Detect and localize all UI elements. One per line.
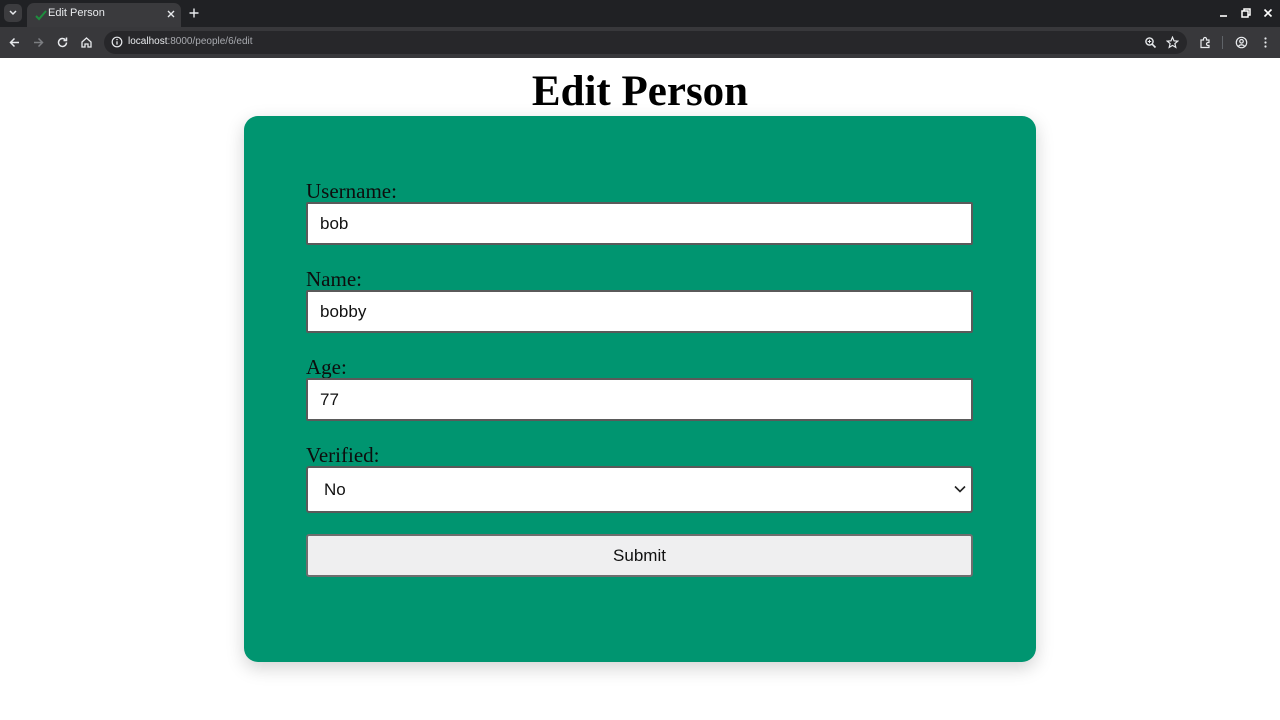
age-input[interactable] — [306, 378, 973, 421]
bookmark-star-icon[interactable] — [1166, 36, 1179, 49]
toolbar-divider — [1222, 36, 1223, 49]
url-host: localhost — [128, 36, 168, 47]
reload-icon[interactable] — [56, 36, 69, 49]
tab-list-icon — [9, 10, 17, 16]
restore-icon[interactable] — [1241, 8, 1251, 18]
close-tab-icon[interactable] — [166, 9, 176, 19]
name-label: Name: — [306, 267, 362, 291]
name-input[interactable] — [306, 290, 973, 333]
verified-label: Verified: — [306, 443, 380, 467]
zoom-icon[interactable] — [1144, 36, 1157, 49]
home-icon[interactable] — [80, 36, 93, 49]
site-info-icon[interactable] — [111, 36, 123, 48]
menu-icon[interactable] — [1259, 36, 1272, 49]
back-icon[interactable] — [8, 36, 21, 49]
close-window-icon[interactable] — [1263, 8, 1273, 18]
address-bar[interactable]: localhost:8000/people/6/edit — [104, 31, 1187, 54]
browser-tab[interactable]: Edit Person — [27, 3, 181, 27]
age-label: Age: — [306, 355, 347, 379]
minimize-icon[interactable] — [1219, 8, 1229, 18]
profile-icon[interactable] — [1235, 36, 1248, 49]
submit-button[interactable]: Submit — [306, 534, 973, 577]
tab-title: Edit Person — [48, 7, 105, 19]
username-label: Username: — [306, 179, 397, 203]
edit-person-form: Username: Name: Age: Verified: No Submit — [244, 116, 1036, 662]
forward-icon[interactable] — [32, 36, 45, 49]
new-tab-icon[interactable] — [189, 8, 199, 18]
chevron-down-icon — [954, 485, 966, 493]
favicon-icon — [35, 10, 47, 21]
username-input[interactable] — [306, 202, 973, 245]
tab-list-button[interactable] — [4, 4, 22, 22]
url-path: :8000/people/6/edit — [167, 36, 253, 47]
page-title: Edit Person — [531, 68, 749, 115]
extensions-icon[interactable] — [1199, 36, 1212, 49]
verified-select[interactable]: No — [306, 466, 973, 513]
verified-selected-value: No — [324, 480, 346, 499]
browser-tab-bar: Edit Person — [0, 0, 1280, 27]
url-text[interactable]: localhost:8000/people/6/edit — [128, 36, 253, 47]
browser-toolbar: localhost:8000/people/6/edit — [0, 27, 1280, 58]
